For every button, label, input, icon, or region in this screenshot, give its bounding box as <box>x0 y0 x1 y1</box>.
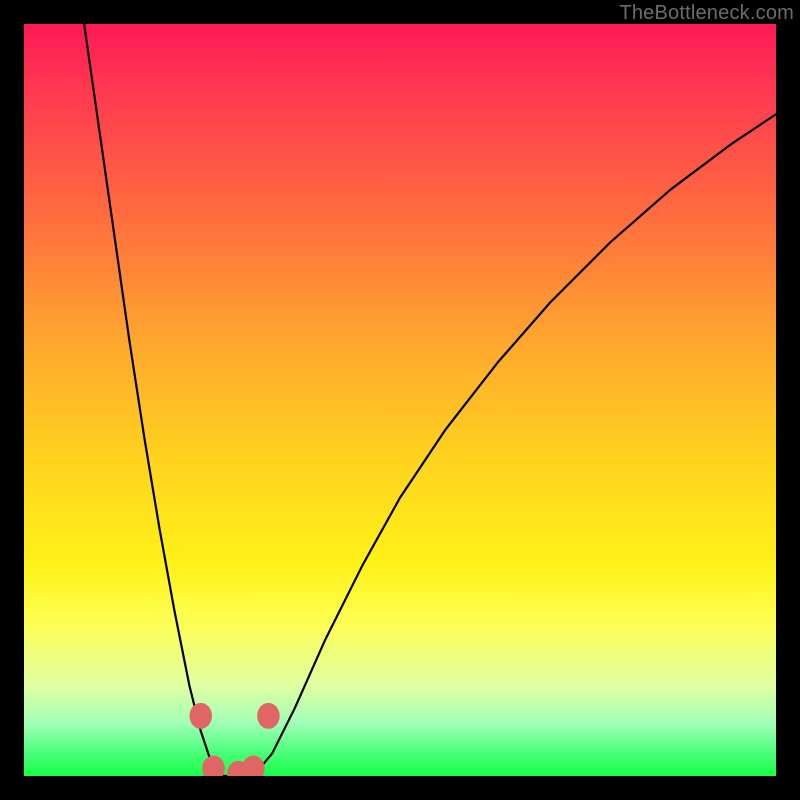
curve-marker-3 <box>242 756 265 776</box>
curve-marker-4 <box>257 703 280 729</box>
watermark-text: TheBottleneck.com <box>619 2 794 25</box>
bottleneck-curve <box>84 24 776 776</box>
chart-frame <box>24 24 776 776</box>
curve-marker-0 <box>189 703 212 729</box>
curve-marker-1 <box>202 756 225 776</box>
bottleneck-curve-chart <box>24 24 776 776</box>
